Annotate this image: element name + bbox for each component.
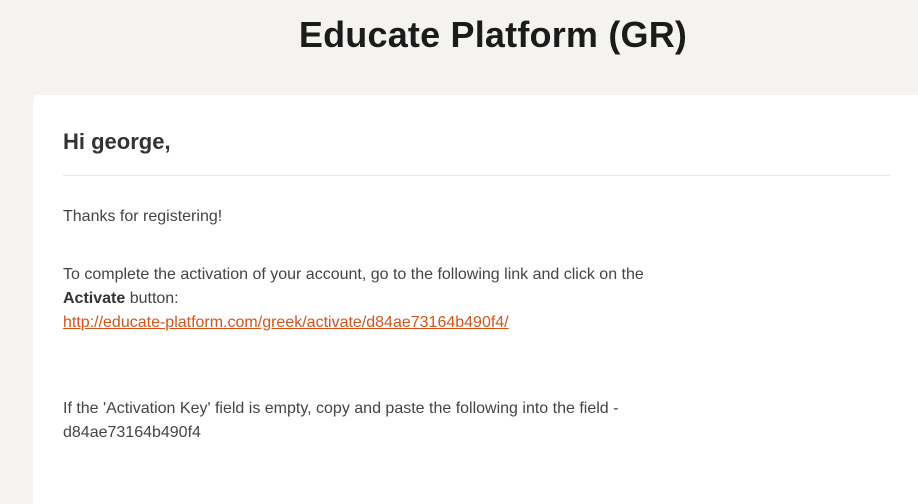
- activation-text-before: To complete the activation of your accou…: [63, 266, 644, 283]
- key-paragraph: If the 'Activation Key' field is empty, …: [63, 397, 883, 445]
- activation-paragraph: To complete the activation of your accou…: [63, 263, 883, 335]
- activation-text-after: button:: [125, 290, 179, 307]
- page-title: Educate Platform (GR): [298, 14, 688, 55]
- divider: [63, 175, 890, 176]
- thanks-text: Thanks for registering!: [63, 208, 223, 225]
- activation-key: d84ae73164b490f4: [63, 424, 201, 441]
- greeting-heading: Hi george,: [63, 129, 171, 154]
- key-instruction: If the 'Activation Key' field is empty, …: [63, 400, 619, 417]
- activate-word: Activate: [63, 290, 126, 307]
- email-card: Hi george, Thanks for registering! To co…: [33, 95, 918, 504]
- activation-link[interactable]: http://educate-platform.com/greek/activa…: [63, 314, 509, 331]
- email-page: Educate Platform (GR) Hi george, Thanks …: [0, 0, 918, 504]
